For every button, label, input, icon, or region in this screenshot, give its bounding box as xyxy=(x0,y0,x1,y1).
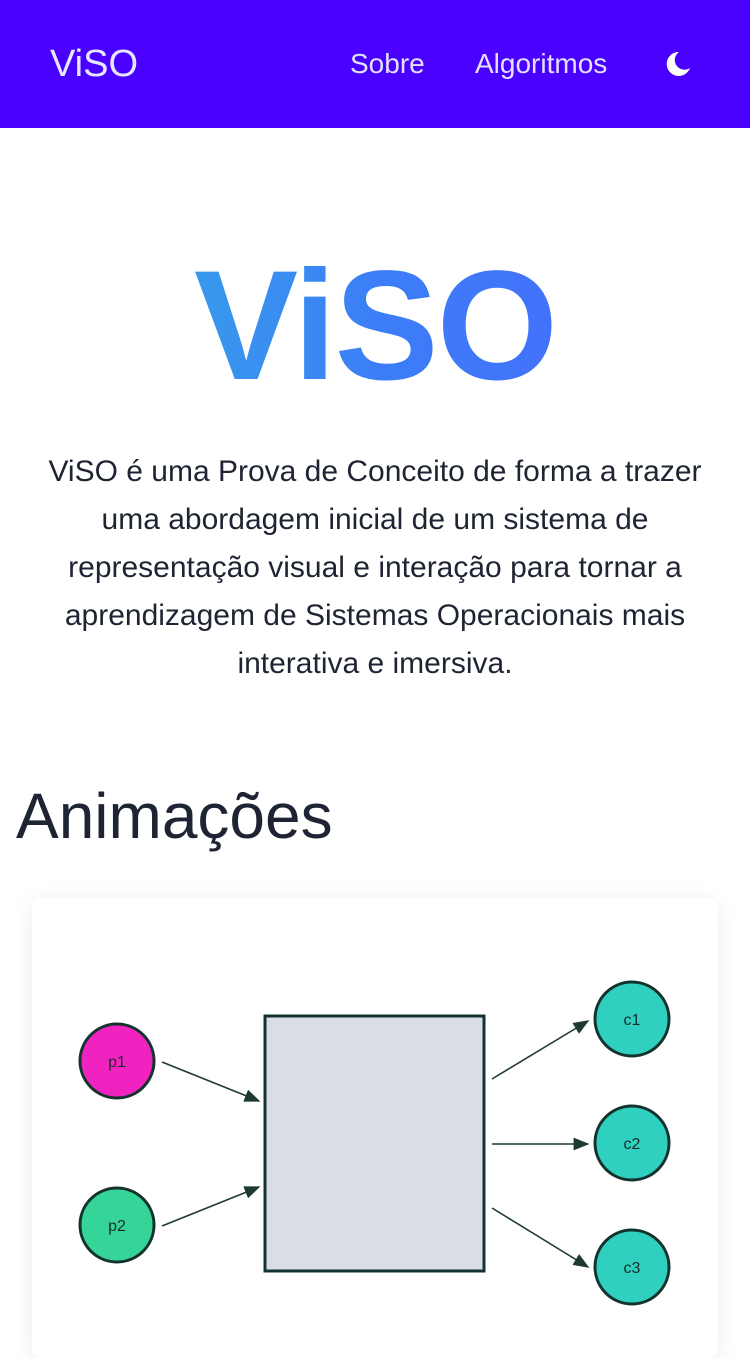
arrow-buffer-c3 xyxy=(491,1207,590,1268)
arrow-p1-buffer xyxy=(161,1061,261,1102)
buffer-box xyxy=(263,1014,486,1273)
producer-consumer-diagram: p1 p2 c1 c2 c3 xyxy=(78,980,671,1306)
consumer-label: c1 xyxy=(624,1012,641,1029)
consumer-node-c3: c3 xyxy=(593,1228,671,1306)
top-navbar: ViSO Sobre Algoritmos xyxy=(0,0,750,128)
producer-node-p2: p2 xyxy=(78,1186,156,1264)
animation-card[interactable]: p1 p2 c1 c2 c3 xyxy=(32,898,718,1358)
section-title-animations: Animações xyxy=(16,780,333,852)
producer-label: p2 xyxy=(108,1218,126,1235)
theme-toggle-button[interactable] xyxy=(660,46,696,82)
nav-link-sobre[interactable]: Sobre xyxy=(350,44,425,84)
consumer-label: c2 xyxy=(624,1136,641,1153)
hero-logo-text: ViSO xyxy=(0,236,750,416)
consumer-label: c3 xyxy=(624,1260,641,1277)
producer-label: p1 xyxy=(108,1054,126,1071)
consumer-node-c2: c2 xyxy=(593,1104,671,1182)
arrow-buffer-c1 xyxy=(491,1020,590,1080)
producer-node-p1: p1 xyxy=(78,1022,156,1100)
nav-link-algoritmos[interactable]: Algoritmos xyxy=(475,44,607,84)
brand-link[interactable]: ViSO xyxy=(50,40,138,88)
consumer-node-c1: c1 xyxy=(593,980,671,1058)
hero-description: ViSO é uma Prova de Conceito de forma a … xyxy=(48,455,702,680)
moon-icon xyxy=(666,51,690,76)
arrow-p2-buffer xyxy=(161,1186,261,1227)
